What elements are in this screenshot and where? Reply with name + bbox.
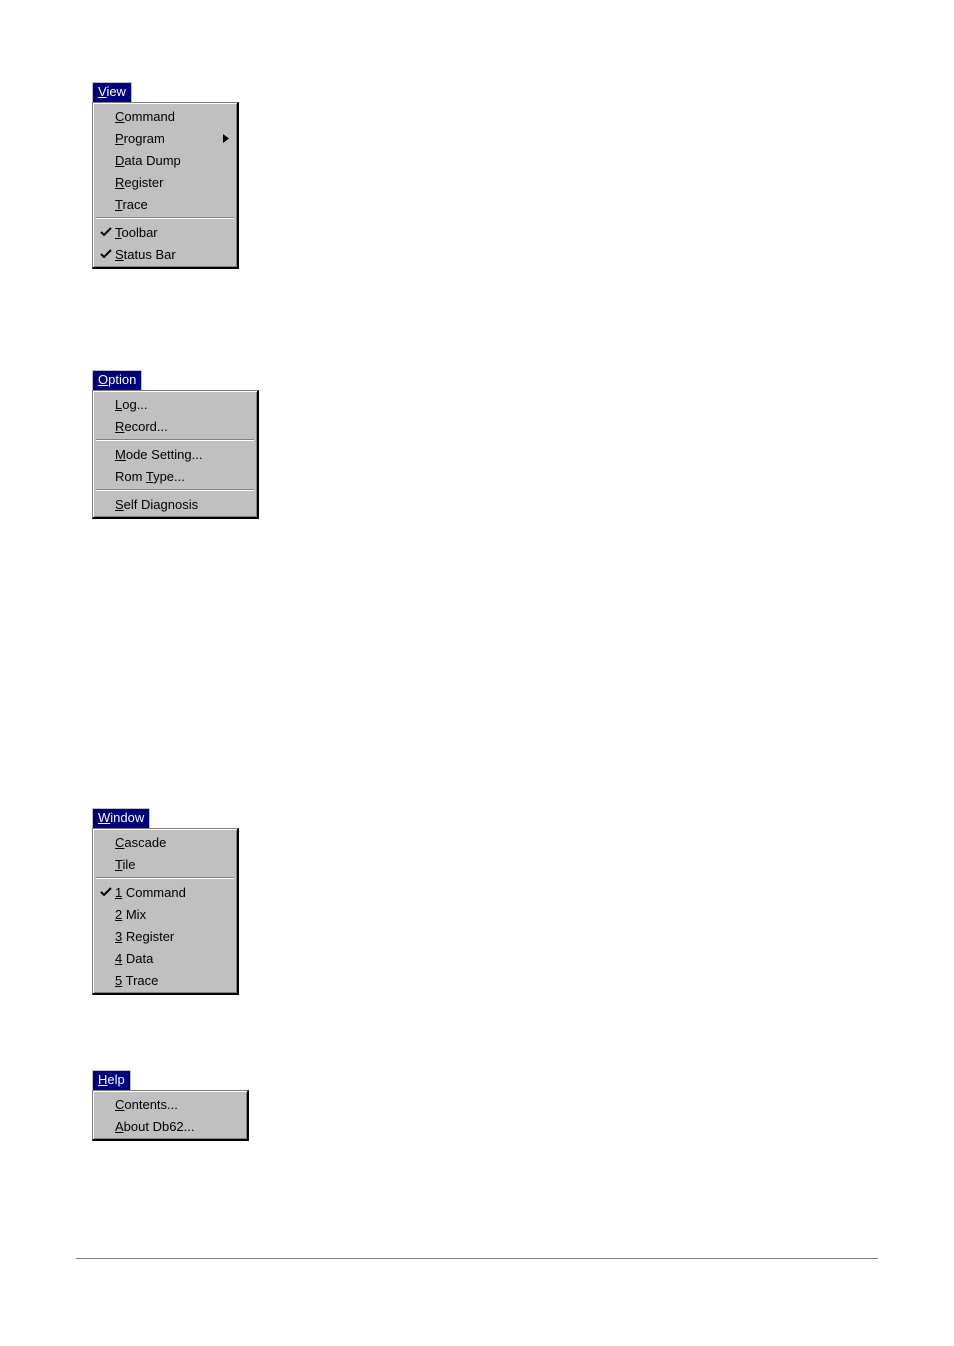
menu-item-cascade[interactable]: Cascade	[95, 831, 235, 853]
menu-item-window-2[interactable]: 2 Mix	[95, 903, 235, 925]
menu-item-window-5[interactable]: 5 Trace	[95, 969, 235, 991]
menu-item-tile[interactable]: Tile	[95, 853, 235, 875]
menu-item-label: Cascade	[115, 835, 229, 850]
menu-item-contents[interactable]: Contents...	[95, 1093, 245, 1115]
option-menu-title-ul: O	[98, 372, 108, 387]
option-menu-title[interactable]: Option	[92, 370, 142, 390]
menu-separator	[96, 489, 254, 491]
view-menu-body: Command Program Data Dump	[92, 102, 239, 269]
menu-item-label: 3 Register	[115, 929, 229, 944]
menu-item-status-bar[interactable]: Status Bar	[95, 243, 235, 265]
menu-item-label: Program	[115, 131, 215, 146]
menu-item-mode-setting[interactable]: Mode Setting...	[95, 443, 255, 465]
page-root: View Command Program Data	[0, 0, 954, 1346]
window-menu-title[interactable]: Window	[92, 808, 150, 828]
submenu-arrow-icon	[215, 134, 229, 143]
menu-item-label: Command	[115, 109, 215, 124]
menu-item-label: 2 Mix	[115, 907, 229, 922]
option-menu-body: Log... Record... Mode Setting... Rom Typ…	[92, 390, 259, 519]
menu-item-label: Mode Setting...	[115, 447, 249, 462]
menu-item-record[interactable]: Record...	[95, 415, 255, 437]
menu-item-label: 4 Data	[115, 951, 229, 966]
menu-separator	[96, 877, 234, 879]
view-menu-title-rest: iew	[106, 84, 126, 99]
menu-separator	[96, 439, 254, 441]
menu-item-self-diagnosis[interactable]: Self Diagnosis	[95, 493, 255, 515]
menu-item-label: Status Bar	[115, 247, 215, 262]
option-menu-title-rest: ption	[108, 372, 136, 387]
menu-item-label: Register	[115, 175, 215, 190]
option-menu: Option Log... Record... Mode Setting...	[92, 370, 259, 519]
menu-item-window-4[interactable]: 4 Data	[95, 947, 235, 969]
menu-item-label: 5 Trace	[115, 973, 229, 988]
menu-item-label: Self Diagnosis	[115, 497, 249, 512]
menu-item-label: Contents...	[115, 1097, 239, 1112]
menu-item-command[interactable]: Command	[95, 105, 235, 127]
menu-item-data-dump[interactable]: Data Dump	[95, 149, 235, 171]
menu-item-program[interactable]: Program	[95, 127, 235, 149]
window-menu: Window Cascade Tile 1 Command	[92, 808, 239, 995]
menu-item-register[interactable]: Register	[95, 171, 235, 193]
view-menu-title[interactable]: View	[92, 82, 132, 102]
view-menu: View Command Program Data	[92, 82, 239, 269]
menu-item-label: Trace	[115, 197, 215, 212]
menu-item-log[interactable]: Log...	[95, 393, 255, 415]
help-menu-body: Contents... About Db62...	[92, 1090, 249, 1141]
window-menu-body: Cascade Tile 1 Command 2 Mix	[92, 828, 239, 995]
check-icon	[97, 226, 115, 238]
help-menu-title-ul: H	[98, 1072, 107, 1087]
window-menu-title-ul: W	[98, 810, 110, 825]
menu-item-label: Rom Type...	[115, 469, 249, 484]
menu-item-rom-type[interactable]: Rom Type...	[95, 465, 255, 487]
menu-item-toolbar[interactable]: Toolbar	[95, 221, 235, 243]
check-icon	[97, 248, 115, 260]
page-footer-rule	[76, 1258, 878, 1260]
menu-item-label: Log...	[115, 397, 249, 412]
menu-item-label: Data Dump	[115, 153, 215, 168]
menu-item-trace[interactable]: Trace	[95, 193, 235, 215]
help-menu-title[interactable]: Help	[92, 1070, 131, 1090]
window-menu-title-rest: indow	[110, 810, 144, 825]
help-menu: Help Contents... About Db62...	[92, 1070, 249, 1141]
help-menu-title-rest: elp	[107, 1072, 124, 1087]
menu-item-label: Toolbar	[115, 225, 215, 240]
check-icon	[97, 886, 115, 898]
menu-item-label: 1 Command	[115, 885, 229, 900]
menu-item-label: About Db62...	[115, 1119, 239, 1134]
menu-item-about[interactable]: About Db62...	[95, 1115, 245, 1137]
menu-item-window-1[interactable]: 1 Command	[95, 881, 235, 903]
menu-item-label: Record...	[115, 419, 249, 434]
menu-item-window-3[interactable]: 3 Register	[95, 925, 235, 947]
menu-separator	[96, 217, 234, 219]
menu-item-label: Tile	[115, 857, 229, 872]
